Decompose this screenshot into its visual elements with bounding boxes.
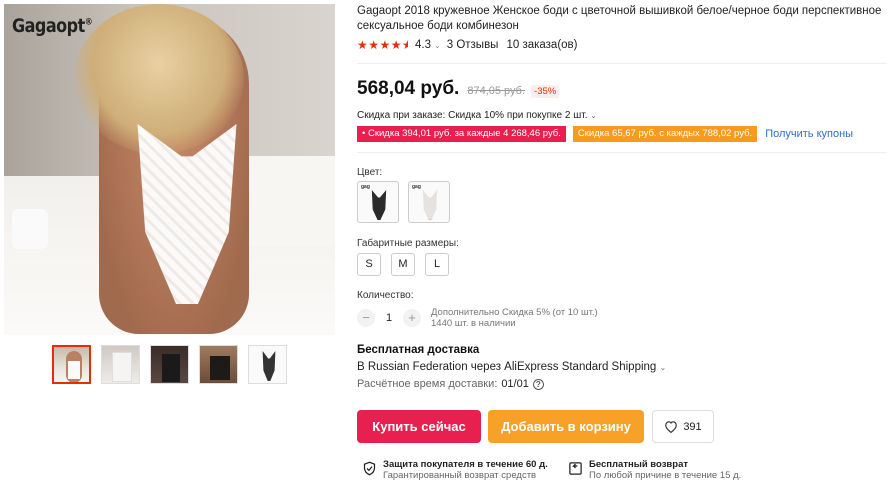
protection-subtitle: Гарантированный возврат средств: [383, 470, 537, 481]
photo-lamp: [12, 209, 48, 250]
add-to-cart-button[interactable]: Добавить в корзину: [488, 410, 644, 443]
brand-logo: Gagaopt®: [12, 14, 93, 37]
help-icon[interactable]: ?: [532, 378, 544, 390]
current-price: 568,04 руб.: [357, 78, 460, 99]
quantity-label: Количество:: [357, 290, 414, 301]
old-price: 874,05 руб.: [467, 85, 526, 97]
chevron-down-icon: ⌄: [659, 363, 667, 372]
quantity-stepper: − 1 + Дополнительно Скидка 5% (от 10 шт.…: [357, 307, 598, 329]
discount-badge: -35%: [531, 85, 560, 98]
return-title: Бесплатный возврат: [589, 459, 689, 470]
rating-stars: ★★★★★: [357, 38, 409, 52]
free-return: Бесплатный возврат По любой причине в те…: [568, 459, 741, 481]
wishlist-count: 391: [683, 420, 702, 433]
chevron-down-icon[interactable]: ⌄: [434, 41, 441, 50]
thumbnail-4[interactable]: [199, 345, 238, 384]
price-row: 568,04 руб. 874,05 руб. -35%: [357, 78, 560, 100]
reviews-link[interactable]: 3 Отзывы: [447, 39, 499, 51]
divider: [357, 63, 887, 64]
stock-text: 1440 шт. в наличии: [431, 318, 516, 329]
bodysuit-black-swatch: [371, 190, 387, 220]
size-option-m[interactable]: M: [391, 253, 415, 276]
size-option-s[interactable]: S: [357, 253, 381, 276]
return-icon: [569, 462, 582, 475]
protection-title: Защита покупателя в течение 60 д.: [383, 459, 548, 470]
buy-now-button[interactable]: Купить сейчас: [357, 410, 481, 443]
thumbnail-2[interactable]: [101, 345, 140, 384]
coupon-orange[interactable]: Скидка 65,67 руб. с каждых 788,02 руб.: [572, 126, 758, 142]
minus-icon[interactable]: −: [357, 309, 375, 327]
main-product-image[interactable]: Gagaopt®: [4, 4, 335, 335]
coupon-red[interactable]: • Скидка 394,01 руб. за каждые 4 268,46 …: [357, 126, 566, 142]
delivery-time: Расчётное время доставки: 01/01 ?: [357, 378, 544, 390]
order-discount-text: Скидка при заказе: Скидка 10% при покупк…: [357, 110, 588, 121]
rating-score: 4.3: [415, 39, 432, 51]
get-coupons-link[interactable]: Получить купоны: [765, 128, 853, 140]
shield-check-icon: [363, 461, 376, 476]
mini-brand-logo: gag: [361, 184, 370, 190]
size-label: Габаритные размеры:: [357, 238, 459, 249]
wishlist-button[interactable]: 391: [652, 410, 714, 443]
divider: [357, 152, 887, 153]
thumbnail-5[interactable]: [248, 345, 287, 384]
color-label: Цвет:: [357, 167, 383, 178]
photo-model-hair: [74, 4, 244, 154]
extra-discount-text: Дополнительно Скидка 5% (от 10 шт.): [431, 307, 598, 318]
color-options: gag gag: [357, 181, 450, 223]
bodysuit-white-swatch: [422, 190, 438, 220]
shipping-method[interactable]: В Russian Federation через AliExpress St…: [357, 361, 666, 373]
color-option-black[interactable]: gag: [357, 181, 399, 223]
coupons-row: • Скидка 394,01 руб. за каждые 4 268,46 …: [357, 126, 853, 142]
rating-row: ★★★★★ 4.3 ⌄ 3 Отзывы 10 заказа(ов): [357, 38, 578, 52]
thumbnail-3[interactable]: [150, 345, 189, 384]
heart-icon: [665, 421, 678, 433]
delivery-time-label: Расчётное время доставки:: [357, 378, 498, 390]
order-discount[interactable]: Скидка при заказе: Скидка 10% при покупк…: [357, 110, 597, 121]
size-option-l[interactable]: L: [425, 253, 449, 276]
thumbnail-1[interactable]: [52, 345, 91, 384]
plus-icon[interactable]: +: [403, 309, 421, 327]
mini-brand-logo: gag: [412, 184, 421, 190]
color-option-white[interactable]: gag: [408, 181, 450, 223]
chevron-down-icon: ⌄: [590, 111, 597, 120]
delivery-time-value: 01/01: [501, 378, 529, 390]
shipping-method-text: В Russian Federation через AliExpress St…: [357, 361, 657, 373]
quantity-value[interactable]: 1: [375, 312, 403, 324]
size-options: S M L: [357, 253, 449, 276]
shipping-title: Бесплатная доставка: [357, 344, 480, 356]
orders-count: 10 заказа(ов): [506, 39, 578, 51]
thumbnail-strip: [52, 345, 287, 384]
quantity-info: Дополнительно Скидка 5% (от 10 шт.) 1440…: [431, 307, 598, 329]
product-title: Gagaopt 2018 кружевное Женское боди с цв…: [357, 5, 882, 32]
buyer-protection: Защита покупателя в течение 60 д. Гарант…: [362, 459, 548, 481]
return-subtitle: По любой причине в течение 15 д.: [589, 470, 742, 481]
